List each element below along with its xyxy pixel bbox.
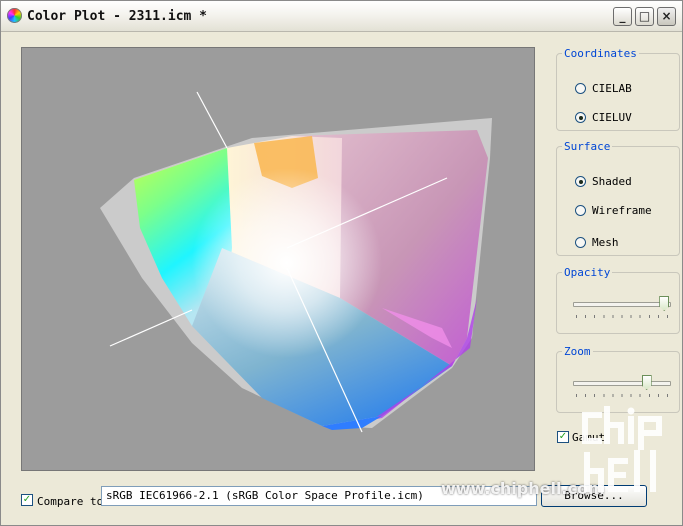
zoom-group: Zoom: [556, 345, 680, 413]
compare-label: Compare to:: [37, 495, 110, 508]
opacity-slider-track[interactable]: [573, 302, 671, 307]
zoom-slider-track[interactable]: [573, 381, 671, 386]
color-wheel-icon: [7, 8, 22, 23]
gamut-3d-viewport[interactable]: [21, 47, 535, 471]
opacity-slider-ticks: [576, 315, 668, 318]
radio-wireframe-circle[interactable]: [575, 205, 586, 216]
coordinates-legend: Coordinates: [564, 47, 637, 60]
radio-mesh-label: Mesh: [592, 236, 619, 249]
zoom-slider-ticks: [576, 394, 668, 397]
surface-legend: Surface: [564, 140, 611, 153]
radio-wireframe-label: Wireframe: [592, 204, 652, 217]
zoom-legend: Zoom: [564, 345, 591, 358]
opacity-legend: Opacity: [564, 266, 611, 279]
compare-checkbox[interactable]: ✓: [21, 494, 33, 506]
opacity-slider-thumb[interactable]: [659, 296, 670, 311]
coordinates-group: Coordinates CIELAB CIELUV: [556, 47, 680, 131]
maximize-button[interactable]: □: [635, 7, 654, 26]
checkmark-icon: ✓: [558, 431, 568, 442]
close-button[interactable]: ×: [657, 7, 676, 26]
radio-shaded-circle[interactable]: [575, 176, 586, 187]
chiphell-logo: [582, 406, 662, 492]
gamut-checkbox[interactable]: ✓: [557, 431, 569, 443]
radio-cieluv-label: CIELUV: [592, 111, 632, 124]
radio-mesh-circle[interactable]: [575, 237, 586, 248]
radio-cieluv-circle[interactable]: [575, 112, 586, 123]
window-title: Color Plot - 2311.icm *: [27, 9, 208, 24]
checkmark-icon: ✓: [22, 494, 32, 505]
minimize-button[interactable]: _: [613, 7, 632, 26]
opacity-slider[interactable]: [573, 296, 671, 320]
radio-cielab-label: CIELAB: [592, 82, 632, 95]
zoom-slider-thumb[interactable]: [641, 375, 652, 390]
title-bar[interactable]: Color Plot - 2311.icm * _ □ ×: [1, 1, 682, 32]
radio-cielab-circle[interactable]: [575, 83, 586, 94]
gamut-surface-render: [100, 91, 492, 433]
radio-shaded-label: Shaded: [592, 175, 632, 188]
color-plot-window: Color Plot - 2311.icm * _ □ × Coordinate…: [0, 0, 683, 526]
opacity-group: Opacity: [556, 266, 680, 334]
zoom-slider[interactable]: [573, 375, 671, 399]
surface-group: Surface Shaded Wireframe Mesh: [556, 140, 680, 256]
